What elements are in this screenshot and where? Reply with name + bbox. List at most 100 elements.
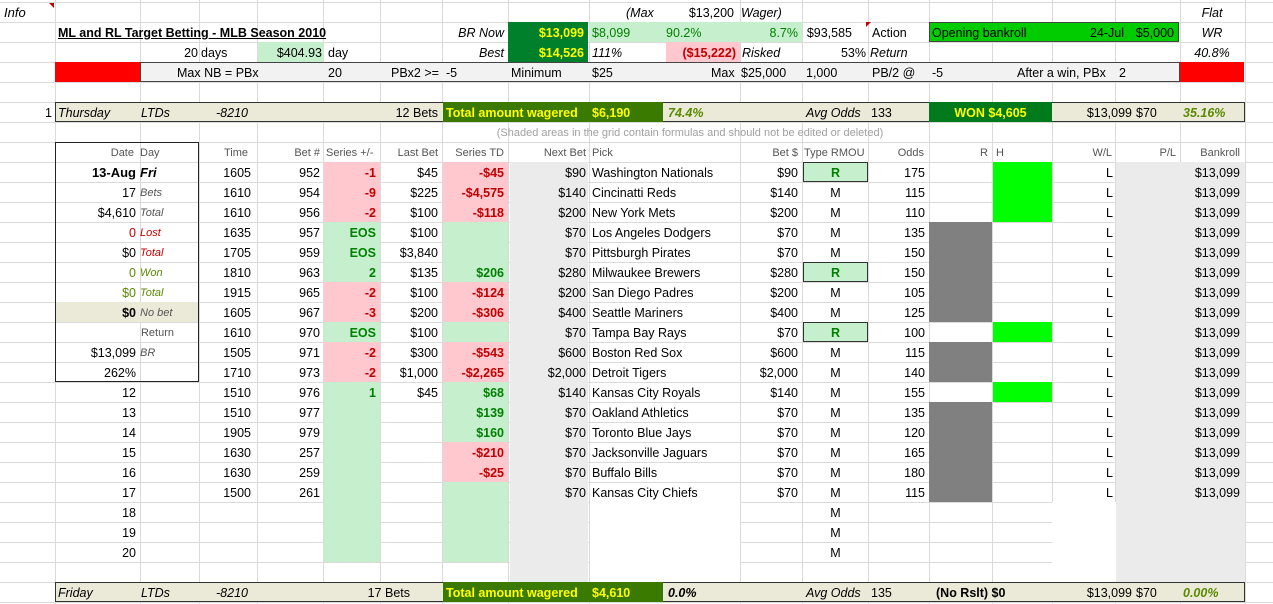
opening-bankroll-value[interactable]: $5,000 (1126, 23, 1174, 43)
bet-amount[interactable]: $2,000 (741, 363, 798, 383)
odds[interactable] (869, 543, 925, 563)
bet-amount[interactable]: $70 (741, 323, 798, 343)
win-loss[interactable]: L (1053, 363, 1113, 383)
bet-number[interactable]: 963 (258, 263, 320, 283)
odds[interactable]: 135 (869, 403, 925, 423)
win-loss[interactable] (1053, 543, 1113, 563)
bet-time[interactable]: 1635 (199, 223, 251, 243)
pick-team[interactable]: Tampa Bay Rays (592, 323, 686, 343)
win-loss[interactable]: L (1053, 403, 1113, 423)
pick-team[interactable]: Milwaukee Brewers (592, 263, 700, 283)
win-loss[interactable]: L (1053, 163, 1113, 183)
bet-time[interactable]: 1610 (199, 183, 251, 203)
bet-time[interactable]: 1605 (199, 303, 251, 323)
bet-type[interactable]: M (803, 523, 868, 543)
bet-amount[interactable]: $400 (741, 303, 798, 323)
odds[interactable]: 135 (869, 223, 925, 243)
odds[interactable]: 105 (869, 283, 925, 303)
pick-team[interactable]: Kansas City Royals (592, 383, 700, 403)
bet-type[interactable]: M (803, 223, 868, 243)
odds[interactable]: 125 (869, 303, 925, 323)
bet-number[interactable]: 957 (258, 223, 320, 243)
bet-type[interactable]: M (803, 283, 868, 303)
bet-time[interactable] (199, 523, 251, 543)
pick-team[interactable]: Jacksonville Jaguars (592, 443, 707, 463)
bet-time[interactable]: 1710 (199, 363, 251, 383)
win-loss[interactable]: L (1053, 423, 1113, 443)
win-loss[interactable] (1053, 523, 1113, 543)
bet-number[interactable]: 979 (258, 423, 320, 443)
bet-number[interactable]: 973 (258, 363, 320, 383)
bet-number[interactable] (258, 503, 320, 523)
bet-amount[interactable]: $140 (741, 383, 798, 403)
bet-type[interactable]: M (803, 243, 868, 263)
bet-time[interactable]: 1610 (199, 323, 251, 343)
bet-amount[interactable]: $70 (741, 403, 798, 423)
odds[interactable]: 115 (869, 183, 925, 203)
bet-amount[interactable] (741, 543, 798, 563)
pick-team[interactable]: Detroit Tigers (592, 363, 666, 383)
max-nb-value[interactable]: 20 (328, 63, 342, 83)
pick-team[interactable]: Buffalo Bills (592, 463, 657, 483)
pick-team[interactable]: New York Mets (592, 203, 675, 223)
bet-type[interactable]: R (803, 163, 868, 183)
odds[interactable] (869, 503, 925, 523)
win-loss[interactable]: L (1053, 383, 1113, 403)
bet-type[interactable]: M (803, 543, 868, 563)
win-loss[interactable]: L (1053, 283, 1113, 303)
odds[interactable]: 115 (869, 343, 925, 363)
bet-amount[interactable]: $140 (741, 183, 798, 203)
bet-amount[interactable]: $200 (741, 203, 798, 223)
odds[interactable] (869, 523, 925, 543)
odds[interactable]: 155 (869, 383, 925, 403)
bet-number[interactable]: 952 (258, 163, 320, 183)
bet-type[interactable]: M (803, 343, 868, 363)
win-loss[interactable]: L (1053, 443, 1113, 463)
bet-amount[interactable]: $600 (741, 343, 798, 363)
odds[interactable]: 120 (869, 423, 925, 443)
bet-number[interactable]: 257 (258, 443, 320, 463)
win-loss[interactable]: L (1053, 183, 1113, 203)
odds[interactable]: 165 (869, 443, 925, 463)
bet-type[interactable]: R (803, 263, 868, 283)
bet-amount[interactable]: $70 (741, 443, 798, 463)
pbx2-value[interactable]: -5 (446, 63, 457, 83)
bet-number[interactable]: 971 (258, 343, 320, 363)
bet-time[interactable]: 1705 (199, 243, 251, 263)
bet-amount[interactable]: $70 (741, 423, 798, 443)
odds[interactable]: 100 (869, 323, 925, 343)
bet-amount[interactable]: $70 (741, 223, 798, 243)
minimum-value[interactable]: $25 (592, 63, 613, 83)
days-count[interactable]: 20 (140, 43, 198, 63)
odds[interactable]: 150 (869, 263, 925, 283)
bet-number[interactable]: 261 (258, 483, 320, 503)
bet-type[interactable]: M (803, 303, 868, 323)
bet-type[interactable]: M (803, 203, 868, 223)
odds[interactable]: 175 (869, 163, 925, 183)
win-loss[interactable]: L (1053, 243, 1113, 263)
bet-time[interactable]: 1810 (199, 263, 251, 283)
bet-time[interactable]: 1500 (199, 483, 251, 503)
bet-number[interactable]: 956 (258, 203, 320, 223)
bet-amount[interactable] (741, 503, 798, 523)
pick-team[interactable]: Kansas City Chiefs (592, 483, 698, 503)
pick-team[interactable]: Pittsburgh Pirates (592, 243, 691, 263)
bet-number[interactable]: 967 (258, 303, 320, 323)
bet-number[interactable]: 976 (258, 383, 320, 403)
bet-amount[interactable] (741, 523, 798, 543)
bet-time[interactable] (199, 503, 251, 523)
bet-time[interactable]: 1630 (199, 443, 251, 463)
pick-team[interactable]: Seattle Mariners (592, 303, 683, 323)
bet-type[interactable]: M (803, 463, 868, 483)
win-loss[interactable]: L (1053, 463, 1113, 483)
bet-time[interactable] (199, 543, 251, 563)
after-win-value[interactable]: 2 (1119, 63, 1126, 83)
odds[interactable]: 110 (869, 203, 925, 223)
bet-number[interactable]: 959 (258, 243, 320, 263)
win-loss[interactable]: L (1053, 263, 1113, 283)
bet-time[interactable]: 1605 (199, 163, 251, 183)
odds[interactable]: 140 (869, 363, 925, 383)
win-loss[interactable]: L (1053, 343, 1113, 363)
bet-time[interactable]: 1630 (199, 463, 251, 483)
win-loss[interactable]: L (1053, 203, 1113, 223)
